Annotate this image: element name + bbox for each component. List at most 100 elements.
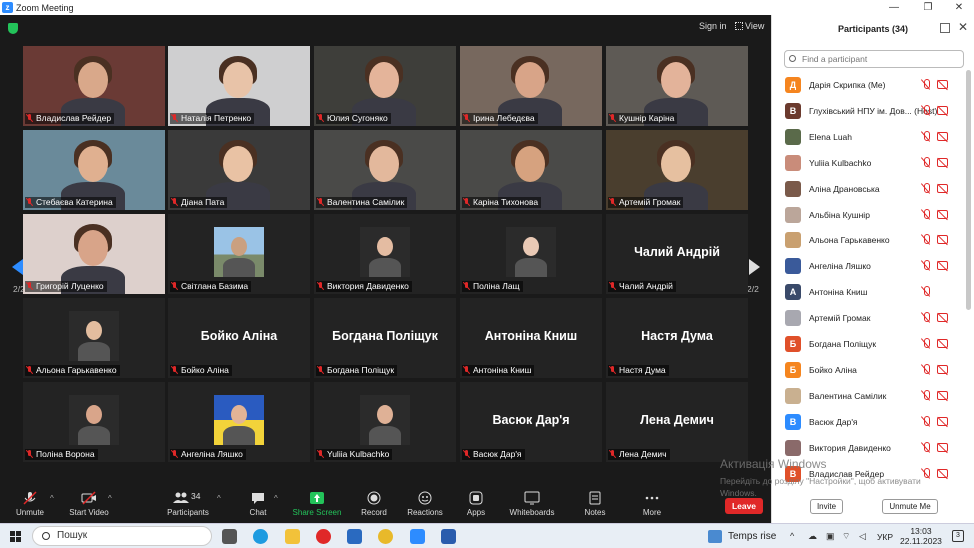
chat-caret-icon[interactable]: ^	[274, 494, 278, 503]
taskbar-search-box[interactable]: Пошук	[32, 526, 212, 546]
participant-row[interactable]: А Антоніна Книш	[785, 283, 963, 301]
participant-row[interactable]: Аліна Драновська	[785, 180, 963, 198]
participant-row[interactable]: Д Дарія Скрипка (Me)	[785, 76, 963, 94]
participant-row[interactable]: Валентина Самілик	[785, 387, 963, 405]
video-tile[interactable]: Діана Пата	[168, 130, 310, 210]
video-tile[interactable]: Юлия Сугоняко	[314, 46, 456, 126]
language-indicator[interactable]: УКР	[877, 532, 893, 542]
participant-name-placeholder: Бойко Аліна	[200, 329, 278, 343]
video-tile[interactable]: Наталія Петренко	[168, 46, 310, 126]
more-button[interactable]: More	[638, 491, 666, 517]
close-panel-icon[interactable]: ✕	[958, 20, 968, 34]
onedrive-icon[interactable]: ☁	[808, 531, 817, 542]
opera-icon[interactable]	[316, 529, 331, 544]
encryption-shield-icon[interactable]	[8, 23, 18, 34]
participants-button[interactable]: 34 Participants	[165, 491, 211, 517]
whiteboards-button[interactable]: Whiteboards	[506, 491, 558, 517]
participant-row[interactable]: Артемій Громак	[785, 309, 963, 327]
participant-row[interactable]: Ангеліна Ляшко	[785, 257, 963, 275]
participant-avatar	[785, 180, 801, 197]
share-screen-button[interactable]: Share Screen	[292, 491, 342, 517]
muted-mic-icon	[463, 114, 470, 122]
clock[interactable]: 13:03 22.11.2023	[900, 526, 942, 546]
unmute-button[interactable]: Unmute	[12, 491, 48, 517]
video-tile[interactable]: Антоніна Книш Антоніна Книш	[460, 298, 602, 378]
audio-options-caret-icon[interactable]: ^	[50, 494, 54, 503]
participant-row[interactable]: Б Бойко Аліна	[785, 361, 963, 379]
wifi-icon[interactable]: ⌔	[842, 531, 850, 542]
mail-icon[interactable]	[347, 529, 362, 544]
windows-start-icon[interactable]	[10, 531, 21, 542]
reactions-button[interactable]: Reactions	[405, 491, 445, 517]
video-tile[interactable]: Владислав Рейдер	[23, 46, 165, 126]
next-page-arrow-icon[interactable]	[749, 259, 760, 275]
video-tile[interactable]: Стебаєва Катерина	[23, 130, 165, 210]
minimize-button[interactable]: —	[878, 0, 910, 15]
apps-button[interactable]: Apps	[462, 491, 490, 517]
video-tile[interactable]: Бойко Аліна Бойко Аліна	[168, 298, 310, 378]
video-tile[interactable]: Виктория Давиденко	[314, 214, 456, 294]
tray-expand-icon[interactable]: ^	[790, 531, 794, 541]
video-tile[interactable]: Чалий Андрій Чалий Андрій	[606, 214, 748, 294]
video-tile[interactable]: Валентина Самілик	[314, 130, 456, 210]
video-tile[interactable]: Кушнір Каріна	[606, 46, 748, 126]
video-tile[interactable]: Поліна Лащ	[460, 214, 602, 294]
edge-icon[interactable]	[253, 529, 268, 544]
video-tile[interactable]: Артемій Громак	[606, 130, 748, 210]
video-tile[interactable]: Ангеліна Ляшко	[168, 382, 310, 462]
video-tile[interactable]: Альона Гарькавенко	[23, 298, 165, 378]
participant-row[interactable]: В Глухівський НПУ ім. Дов... (Host)	[785, 102, 963, 120]
start-video-button[interactable]: Start Video	[66, 491, 112, 517]
participant-row[interactable]: Yuliia Kulbachko	[785, 154, 963, 172]
video-tile[interactable]: Ірина Лебедєва	[460, 46, 602, 126]
participant-row[interactable]: Виктория Давиденко	[785, 439, 963, 457]
zoom-taskbar-icon[interactable]	[410, 529, 425, 544]
participant-list-scrollbar[interactable]	[966, 70, 971, 310]
popout-icon[interactable]	[940, 23, 950, 33]
video-tile[interactable]: Васюк Дар'я Васюк Дар'я	[460, 382, 602, 462]
video-tile[interactable]: Світлана Базима	[168, 214, 310, 294]
participant-avatar	[785, 439, 801, 456]
chrome-icon[interactable]	[378, 529, 393, 544]
participant-search-input[interactable]	[784, 50, 964, 68]
task-view-icon[interactable]	[222, 529, 237, 544]
file-explorer-icon[interactable]	[285, 529, 300, 544]
chat-button[interactable]: Chat	[244, 491, 272, 517]
notes-button[interactable]: Notes	[580, 491, 610, 517]
video-tile[interactable]: Настя Дума Настя Дума	[606, 298, 748, 378]
notifications-badge[interactable]: 3	[952, 530, 964, 542]
video-tile[interactable]: Каріна Тихонова	[460, 130, 602, 210]
weather-text[interactable]: Temps rise	[728, 531, 776, 542]
participants-caret-icon[interactable]: ^	[217, 494, 221, 503]
video-off-icon	[937, 235, 948, 245]
video-tile[interactable]: Богдана Поліщук Богдана Поліщук	[314, 298, 456, 378]
video-tile[interactable]: Лена Демич Лена Демич	[606, 382, 748, 462]
video-tile[interactable]: Григорій Луценко	[23, 214, 165, 294]
sign-in-link[interactable]: Sign in	[699, 21, 727, 31]
previous-page-arrow-icon[interactable]	[12, 259, 23, 275]
maximize-button[interactable]: ❐	[912, 0, 944, 15]
volume-icon[interactable]: ◁	[859, 531, 866, 542]
participant-name-placeholder: Антоніна Книш	[484, 329, 578, 343]
weather-icon[interactable]	[708, 530, 722, 543]
video-tile[interactable]: Yuliia Kulbachko	[314, 382, 456, 462]
unmute-me-button[interactable]: Unmute Me	[882, 499, 938, 514]
video-options-caret-icon[interactable]: ^	[108, 494, 112, 503]
participant-row[interactable]: В Васюк Дар'я	[785, 413, 963, 431]
participant-row[interactable]: Elena Luah	[785, 128, 963, 146]
muted-mic-icon	[26, 450, 33, 458]
clock-date: 22.11.2023	[900, 536, 942, 546]
record-button[interactable]: Record	[358, 491, 390, 517]
reactions-icon	[417, 491, 433, 505]
view-button[interactable]: View	[735, 21, 764, 31]
participant-row[interactable]: Альбіна Кушнір	[785, 206, 963, 224]
leave-button[interactable]: Leave	[725, 498, 763, 514]
participant-row[interactable]: Альона Гарькавенко	[785, 231, 963, 249]
participant-row[interactable]: Б Богдана Поліщук	[785, 335, 963, 353]
video-tile[interactable]: Поліна Ворона	[23, 382, 165, 462]
close-button[interactable]: ✕	[943, 0, 974, 15]
invite-button[interactable]: Invite	[810, 499, 843, 514]
participant-list-name: Альона Гарькавенко	[809, 235, 890, 246]
word-icon[interactable]	[441, 529, 456, 544]
tray-app-icon[interactable]: ▣	[826, 531, 835, 542]
